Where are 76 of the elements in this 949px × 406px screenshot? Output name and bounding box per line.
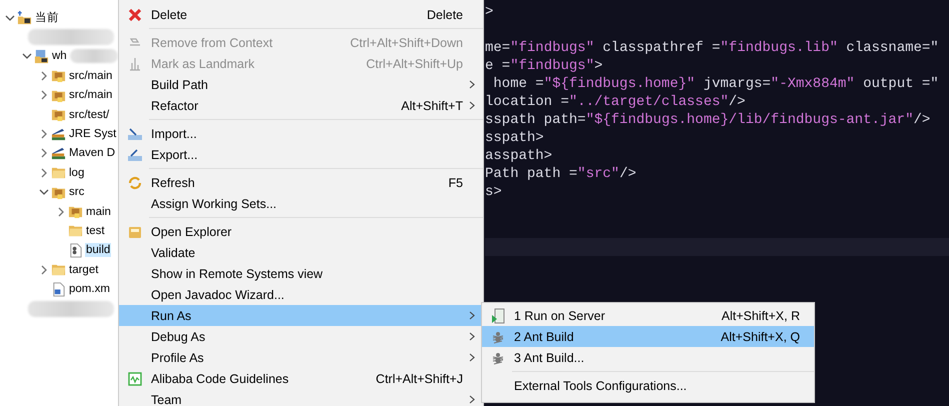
chevron-down-icon[interactable] bbox=[22, 51, 32, 62]
code-line: s> bbox=[485, 183, 503, 201]
package-folder-icon bbox=[68, 204, 83, 220]
tree-item-label[interactable]: 当前 bbox=[34, 9, 60, 26]
tree-item-label[interactable]: target bbox=[68, 262, 100, 277]
chevron-right-icon[interactable] bbox=[39, 129, 49, 140]
tree-item-label[interactable]: main bbox=[85, 204, 112, 219]
books-icon bbox=[51, 146, 66, 161]
run-server-icon bbox=[491, 308, 505, 324]
ant-icon bbox=[491, 350, 505, 364]
folder-icon bbox=[128, 224, 142, 238]
chevron-right-icon[interactable] bbox=[39, 90, 49, 100]
refresh-icon bbox=[128, 176, 142, 190]
code-line: sspath path="${findbugs.home}/lib/findbugs-ant.jar"/> bbox=[485, 111, 932, 129]
ant-icon bbox=[491, 330, 505, 344]
code-line: e ="findbugs"> bbox=[485, 57, 604, 75]
chevron-down-icon[interactable] bbox=[5, 12, 15, 23]
code-line: sspath> bbox=[485, 129, 545, 147]
folder-icon bbox=[68, 223, 83, 238]
tree-item-label[interactable]: build bbox=[85, 243, 112, 258]
menu-item[interactable]: Open Javadoc Wizard... bbox=[119, 284, 483, 305]
menu-item[interactable]: Validate bbox=[119, 242, 483, 263]
menu-item[interactable]: External Tools Configurations... bbox=[482, 375, 814, 396]
chevron-right-icon[interactable] bbox=[39, 148, 49, 158]
menu-item[interactable]: Run As bbox=[119, 305, 483, 326]
menu-item[interactable]: Export... bbox=[119, 144, 483, 165]
code-line: location ="../target/classes"/> bbox=[485, 93, 746, 111]
menu-item[interactable]: Build Path bbox=[119, 74, 483, 95]
tree-item-label[interactable]: wh bbox=[51, 49, 68, 64]
menu-item[interactable]: Team bbox=[119, 389, 483, 406]
chevron-right-icon[interactable] bbox=[39, 168, 49, 178]
tree-item-label[interactable]: src/test/ bbox=[68, 108, 110, 122]
menu-item[interactable]: Import... bbox=[119, 123, 483, 144]
code-line: asspath> bbox=[485, 147, 554, 165]
tree-item-label[interactable]: src bbox=[68, 185, 86, 200]
menu-item[interactable]: 3 Ant Build... bbox=[482, 347, 814, 368]
books-icon bbox=[51, 126, 66, 142]
menu-item[interactable]: Debug As bbox=[119, 326, 483, 347]
tree-item-label[interactable]: src/main bbox=[68, 68, 114, 83]
menu-item[interactable]: Refactor Alt+Shift+T bbox=[119, 95, 483, 116]
ant-file-icon bbox=[68, 242, 83, 258]
chevron-right-icon[interactable] bbox=[39, 264, 49, 275]
tree-item-label[interactable]: test bbox=[85, 224, 106, 238]
chevron-right-icon[interactable] bbox=[39, 70, 49, 81]
menu-item[interactable]: Assign Working Sets... bbox=[119, 193, 483, 214]
package-folder-icon bbox=[51, 68, 66, 84]
package-folder-icon bbox=[51, 107, 66, 122]
menu-item[interactable]: 1 Run on Server Alt+Shift+X, R bbox=[482, 305, 814, 326]
tree-item-label[interactable]: Maven D bbox=[68, 146, 116, 160]
chevron-right-icon[interactable] bbox=[56, 206, 66, 217]
import-icon bbox=[127, 126, 143, 140]
code-line: home ="${findbugs.home}" jvmargs="-Xmx884m" output =" bbox=[492, 75, 940, 93]
menu-item[interactable]: Open Explorer bbox=[119, 221, 483, 242]
menu-item[interactable]: Profile As bbox=[119, 347, 483, 368]
xml-file-icon bbox=[51, 282, 66, 297]
tree-item-label[interactable]: src/main bbox=[68, 88, 114, 102]
folder-icon bbox=[51, 262, 66, 278]
delete-icon bbox=[128, 8, 142, 22]
export-icon bbox=[127, 148, 143, 162]
code-line: me="findbugs" classpathref ="findbugs.lib" classname=" bbox=[485, 39, 940, 57]
chevron-down-icon[interactable] bbox=[39, 187, 49, 198]
menu-item[interactable]: Refresh F5 bbox=[119, 172, 483, 193]
code-line: Path path ="src"/> bbox=[485, 165, 638, 183]
working-set-icon bbox=[17, 10, 32, 26]
code-line: > bbox=[485, 3, 494, 21]
landmark-icon bbox=[128, 56, 142, 70]
menu-item[interactable]: Delete Delete bbox=[119, 4, 483, 25]
waveform-icon bbox=[128, 372, 142, 386]
tree-item-label[interactable]: pom.xm bbox=[68, 282, 111, 296]
menu-item[interactable]: Show in Remote Systems view bbox=[119, 263, 483, 284]
project-icon bbox=[34, 48, 49, 64]
menu-item[interactable]: 2 Ant Build Alt+Shift+X, Q bbox=[482, 326, 814, 347]
tree-item-label[interactable]: log bbox=[68, 166, 86, 180]
folder-icon bbox=[51, 165, 66, 180]
menu-item[interactable]: Alibaba Code Guidelines Ctrl+Alt+Shift+J bbox=[119, 368, 483, 389]
tree-item-label[interactable]: JRE Syst bbox=[68, 127, 118, 142]
